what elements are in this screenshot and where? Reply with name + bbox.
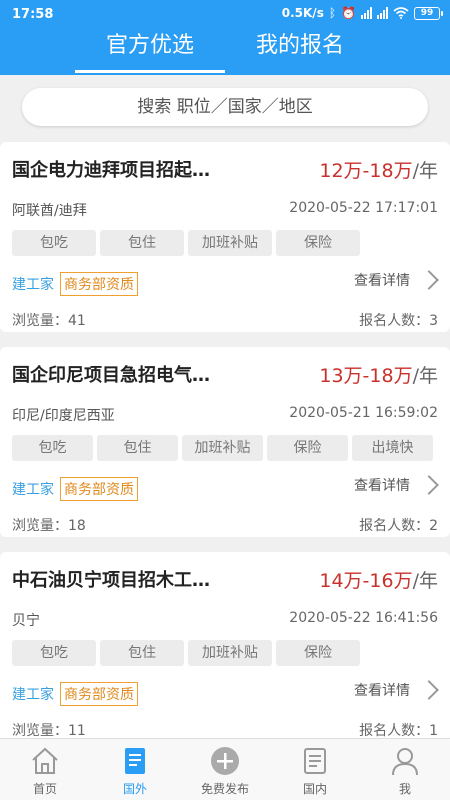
company-name[interactable]: 建工家 <box>12 479 54 499</box>
job-salary: 12万-18万/年 <box>319 160 438 182</box>
app-header: 17:58 0.5K/s ᛒ ⏰ 99 官方优选 我的报名 <box>0 0 450 75</box>
benefit-tag: 保险 <box>267 435 348 461</box>
view-details-label: 查看详情 <box>354 273 410 289</box>
qualification-badge: 商务部资质 <box>60 272 138 296</box>
tab-indicator <box>75 70 225 73</box>
chevron-right-icon <box>419 680 439 700</box>
job-card[interactable]: 国企印尼项目急招电气… 13万-18万/年 印尼/印度尼西亚 2020-05-2… <box>0 347 450 537</box>
document-icon <box>125 748 145 774</box>
benefit-tag: 包吃 <box>12 640 96 666</box>
job-card[interactable]: 国企电力迪拜项目招起… 12万-18万/年 阿联酋/迪拜 2020-05-22 … <box>0 142 450 332</box>
bluetooth-icon: ᛒ <box>328 6 337 20</box>
job-location: 阿联酋/迪拜 <box>12 203 87 219</box>
view-count: 浏览量：18 <box>12 518 86 534</box>
home-icon <box>32 747 58 774</box>
status-time: 17:58 <box>12 7 54 22</box>
search-input[interactable]: 搜索 职位／国家／地区 <box>22 88 428 126</box>
benefit-tag: 包住 <box>100 230 184 256</box>
wifi-icon <box>393 7 409 19</box>
benefit-tag: 包吃 <box>12 230 96 256</box>
benefit-tag: 加班补贴 <box>188 230 272 256</box>
tab-my-signups[interactable]: 我的报名 <box>225 28 375 75</box>
nav-item-domestic[interactable]: 国内 <box>270 739 360 800</box>
job-title: 中石油贝宁项目招木工… <box>12 570 210 591</box>
benefit-tag: 保险 <box>276 230 360 256</box>
chevron-right-icon <box>419 475 439 495</box>
benefit-tag: 包住 <box>100 640 184 666</box>
signup-count: 报名人数：3 <box>359 313 438 329</box>
nav-label: 首页 <box>32 782 57 796</box>
view-details-label: 查看详情 <box>354 683 410 699</box>
benefit-tag: 出境快 <box>352 435 433 461</box>
benefit-tag: 加班补贴 <box>182 435 263 461</box>
signal-icon <box>377 7 388 19</box>
view-details-button[interactable]: 查看详情 <box>354 475 439 495</box>
job-salary: 14万-16万/年 <box>319 570 438 592</box>
signal-icon <box>361 7 372 19</box>
job-location: 贝宁 <box>12 613 40 629</box>
benefit-tag: 保险 <box>276 640 360 666</box>
nav-item-home[interactable]: 首页 <box>0 739 90 800</box>
benefit-tag: 加班补贴 <box>188 640 272 666</box>
job-salary: 13万-18万/年 <box>319 365 438 387</box>
job-card[interactable]: 中石油贝宁项目招木工… 14万-16万/年 贝宁 2020-05-22 16:4… <box>0 552 450 742</box>
nav-label: 免费发布 <box>200 782 249 796</box>
tab-official-picks[interactable]: 官方优选 <box>75 28 225 75</box>
signup-count: 报名人数：2 <box>359 518 438 534</box>
job-date: 2020-05-21 16:59:02 <box>289 405 438 421</box>
company-name[interactable]: 建工家 <box>12 274 54 294</box>
chevron-right-icon <box>419 270 439 290</box>
job-title: 国企电力迪拜项目招起… <box>12 160 210 181</box>
tab-label: 官方优选 <box>105 33 194 58</box>
status-bar: 17:58 0.5K/s ᛒ ⏰ 99 <box>0 0 450 30</box>
network-speed: 0.5K/s <box>281 6 324 20</box>
tab-label: 我的报名 <box>255 33 344 58</box>
plus-circle-icon <box>211 747 239 775</box>
job-date: 2020-05-22 17:17:01 <box>289 200 438 216</box>
nav-label: 国外 <box>122 782 147 796</box>
bottom-nav: 首页 国外 免费发布 国内 我 <box>0 738 450 800</box>
nav-item-me[interactable]: 我 <box>360 739 450 800</box>
person-icon <box>392 748 418 776</box>
nav-label: 我 <box>398 782 411 796</box>
view-details-label: 查看详情 <box>354 478 410 494</box>
nav-item-publish[interactable]: 免费发布 <box>180 739 270 800</box>
benefit-tag: 包住 <box>97 435 178 461</box>
qualification-badge: 商务部资质 <box>60 682 138 706</box>
nav-item-overseas[interactable]: 国外 <box>90 739 180 800</box>
job-date: 2020-05-22 16:41:56 <box>289 610 438 626</box>
view-details-button[interactable]: 查看详情 <box>354 270 439 290</box>
view-count: 浏览量：11 <box>12 723 86 739</box>
view-count: 浏览量：41 <box>12 313 86 329</box>
benefit-tag: 包吃 <box>12 435 93 461</box>
signup-count: 报名人数：1 <box>359 723 438 739</box>
job-location: 印尼/印度尼西亚 <box>12 408 115 424</box>
job-title: 国企印尼项目急招电气… <box>12 365 210 386</box>
company-name[interactable]: 建工家 <box>12 684 54 704</box>
list-icon <box>304 748 326 774</box>
nav-label: 国内 <box>302 782 327 796</box>
alarm-icon: ⏰ <box>341 6 356 20</box>
qualification-badge: 商务部资质 <box>60 477 138 501</box>
battery-icon: 99 <box>414 6 443 20</box>
view-details-button[interactable]: 查看详情 <box>354 680 439 700</box>
